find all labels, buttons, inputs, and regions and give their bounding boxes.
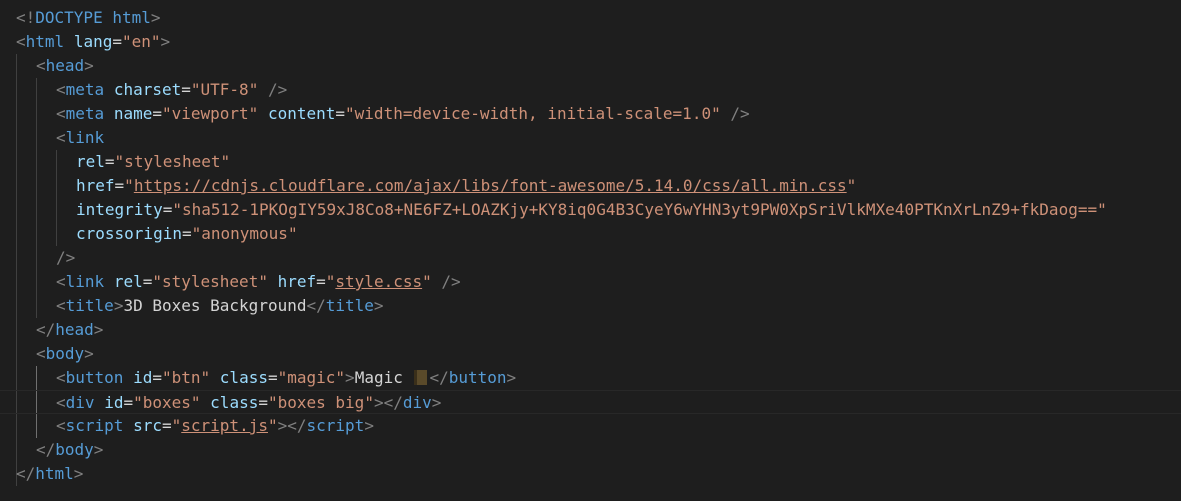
code-line: <title>3D Boxes Background</title> — [56, 296, 384, 315]
code-line: <head> — [36, 56, 94, 75]
script-js-link[interactable]: script.js — [181, 416, 268, 435]
code-line: integrity="sha512-1PKOgIY59xJ8Co8+NE6FZ+… — [76, 200, 1107, 219]
code-editor[interactable]: <!DOCTYPE html> <html lang="en"> <head> … — [0, 0, 1181, 501]
code-line-current: <div id="boxes" class="boxes big"></div> — [0, 390, 1181, 414]
code-line: </body> — [36, 440, 104, 459]
code-line: crossorigin="anonymous" — [76, 224, 298, 243]
code-line: <body> — [36, 344, 94, 363]
code-line: <html lang="en"> — [16, 32, 171, 51]
code-line: </html> — [16, 464, 84, 483]
book-icon — [414, 370, 428, 385]
style-css-link[interactable]: style.css — [335, 272, 422, 291]
href-link[interactable]: https://cdnjs.cloudflare.com/ajax/libs/f… — [134, 176, 847, 195]
code-line: </head> — [36, 320, 104, 339]
code-line: <button id="btn" class="magic">Magic </b… — [56, 368, 517, 387]
code-line: <meta name="viewport" content="width=dev… — [56, 104, 750, 123]
code-line: rel="stylesheet" — [76, 152, 231, 171]
code-line: <script src="script.js"></script> — [56, 416, 374, 435]
code-line: <meta charset="UTF-8" /> — [56, 80, 288, 99]
code-line: href="https://cdnjs.cloudflare.com/ajax/… — [76, 176, 857, 195]
code-line: /> — [56, 248, 76, 267]
code-line: <link rel="stylesheet" href="style.css" … — [56, 272, 461, 291]
code-line: <!DOCTYPE html> — [16, 8, 161, 27]
code-line: <link — [56, 128, 105, 147]
